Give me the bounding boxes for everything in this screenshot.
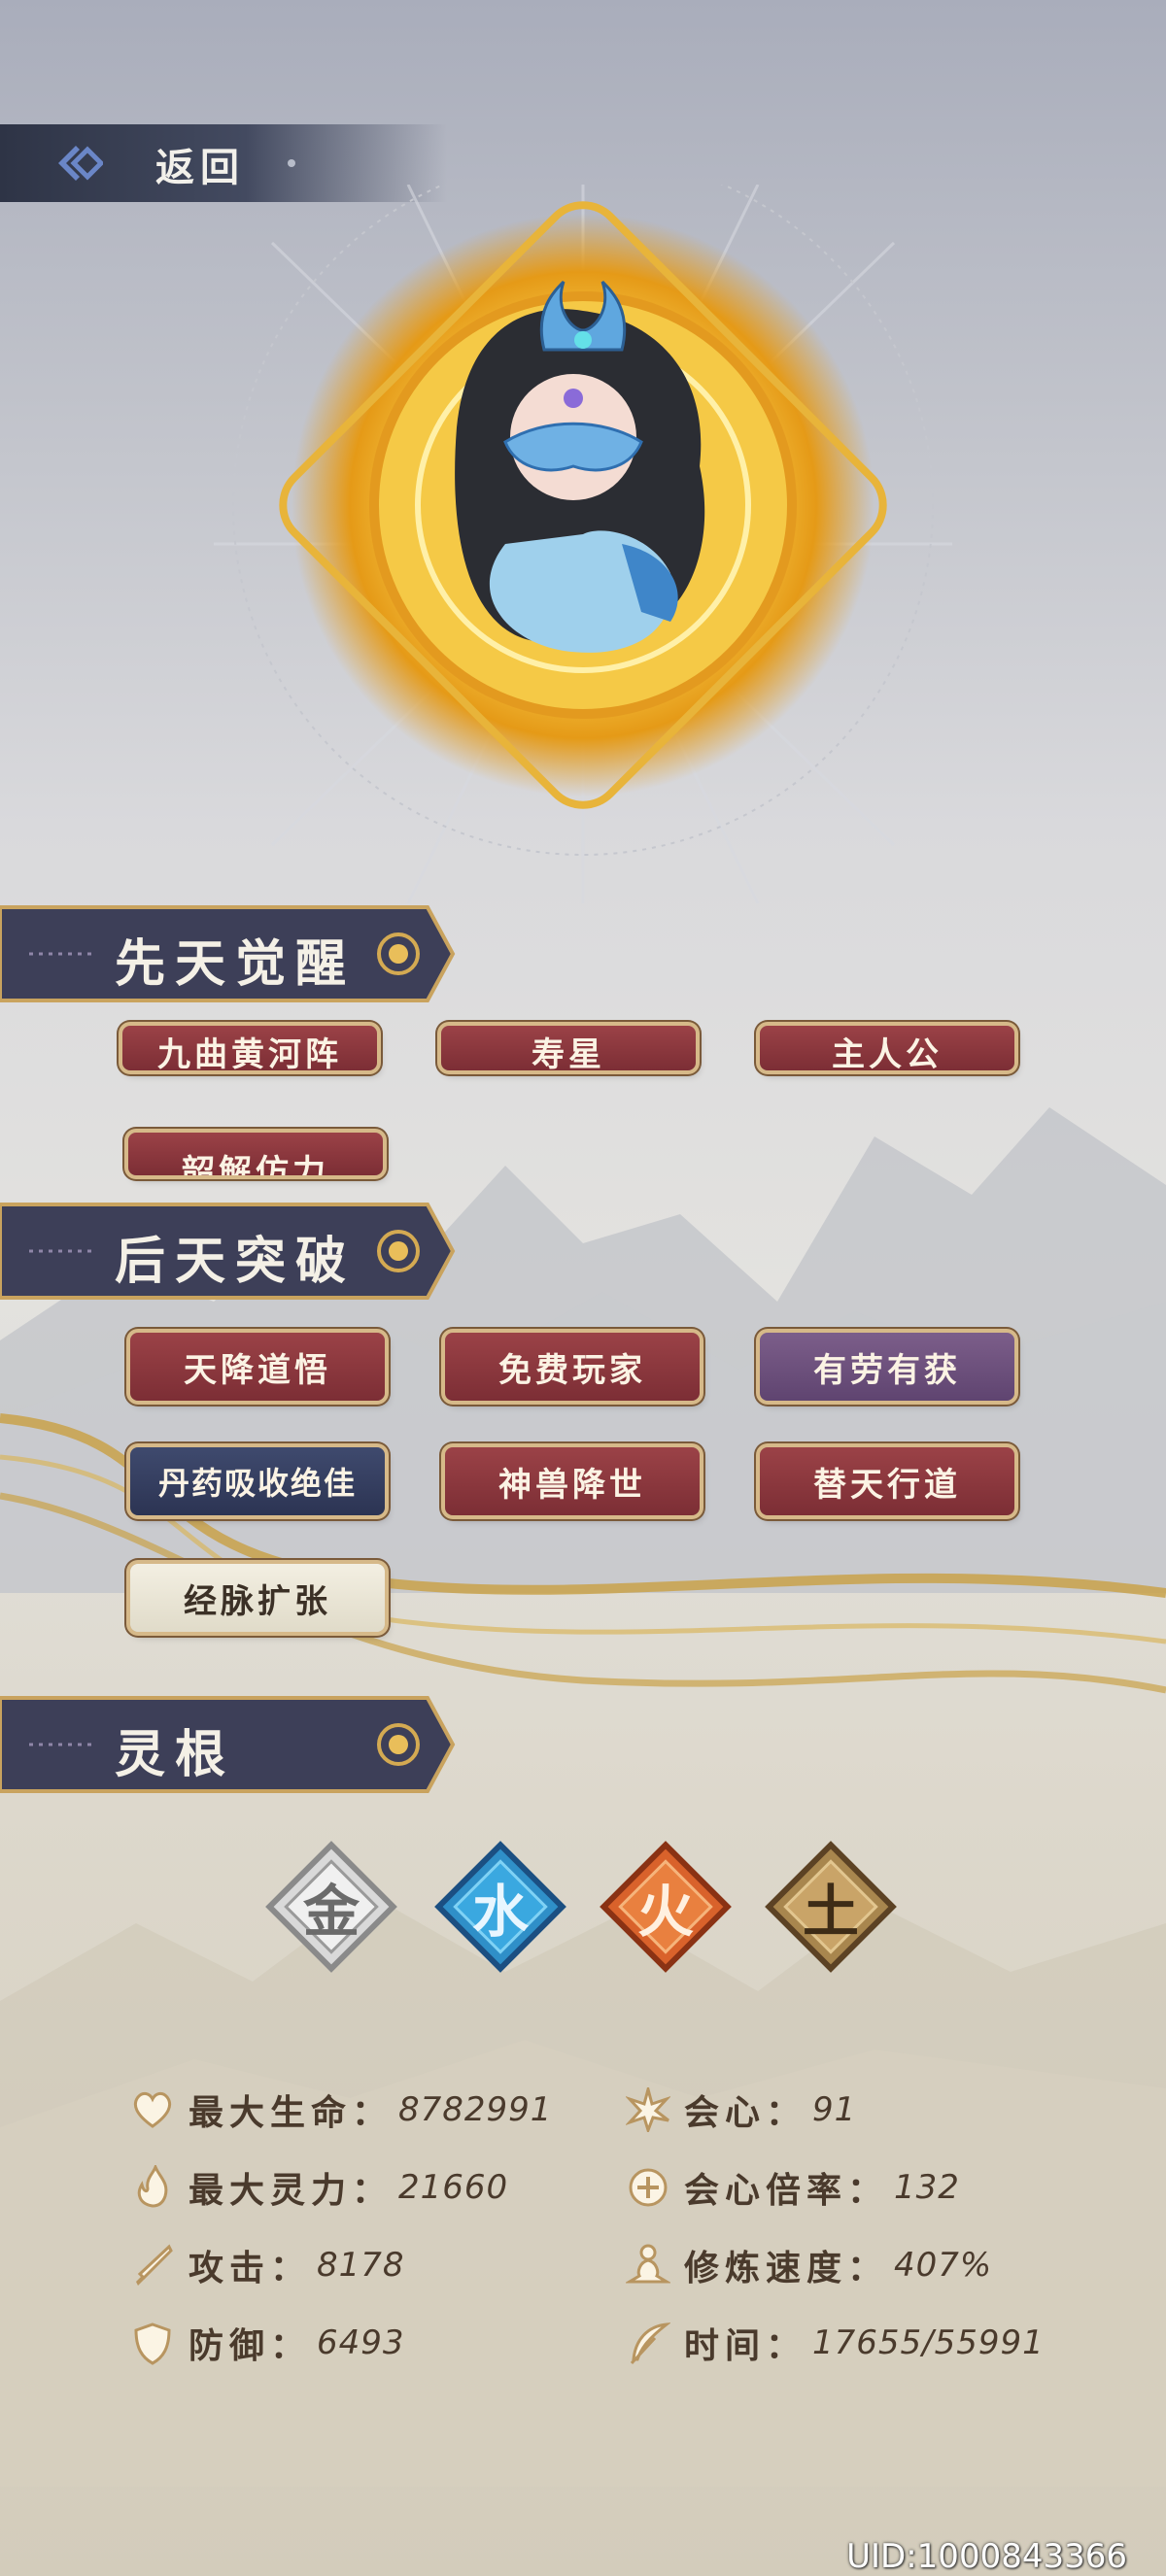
skill-label: 经脉扩张: [184, 1581, 331, 1621]
skill-button-acquired-3[interactable]: 有劳有获: [760, 1333, 1014, 1401]
sword-icon: [136, 2244, 173, 2286]
stat-label: 时间：: [684, 2325, 807, 2366]
skill-label: 主人公: [832, 1035, 943, 1070]
flame-icon: [137, 2165, 168, 2208]
stat-label: 防御：: [189, 2325, 312, 2366]
stat-max-hp: 最大生命： 8782991: [130, 2081, 552, 2139]
meditate-icon: [626, 2244, 670, 2284]
skill-label: 有劳有获: [813, 1350, 961, 1390]
mountain-background-lower: [0, 1894, 1166, 2487]
back-dot: [288, 159, 295, 167]
skill-button-acquired-4[interactable]: 丹药吸收绝佳: [130, 1447, 385, 1515]
burst-icon: [626, 2087, 670, 2132]
stat-crit: 会心： 91: [626, 2081, 856, 2139]
stat-max-mana: 最大灵力： 21660: [130, 2158, 508, 2217]
skill-label: 天降道悟: [184, 1350, 331, 1390]
stat-label: 攻击：: [189, 2248, 312, 2288]
stat-value: 6493: [317, 2323, 405, 2362]
skill-button-innate-2[interactable]: 寿星: [441, 1026, 696, 1070]
stat-attack: 攻击： 8178: [130, 2236, 405, 2294]
stat-label: 修炼速度：: [684, 2248, 889, 2288]
skill-label: 韶解仿力: [182, 1153, 329, 1175]
skill-label: 寿星: [532, 1035, 605, 1070]
skill-label: 九曲黄河阵: [157, 1035, 342, 1070]
feather-icon: [630, 2322, 670, 2365]
element-water-badge: 水: [428, 1834, 573, 1980]
skill-button-innate-3[interactable]: 主人公: [760, 1026, 1014, 1070]
element-fire-char: 火: [636, 1879, 694, 1945]
stat-value: 91: [812, 2090, 857, 2129]
stat-value: 132: [894, 2168, 960, 2207]
element-earth-char: 土: [802, 1879, 859, 1945]
skill-button-acquired-5[interactable]: 神兽降世: [445, 1447, 700, 1515]
skill-label: 免费玩家: [498, 1350, 646, 1390]
character-portrait: [214, 185, 952, 903]
back-arrow-icon[interactable]: [54, 142, 103, 185]
skill-button-innate-4[interactable]: 韶解仿力: [128, 1133, 383, 1175]
stat-label: 会心倍率：: [684, 2170, 889, 2211]
element-earth-badge: 土: [758, 1834, 904, 1980]
section-title-acquired: 后天突破: [115, 1232, 357, 1291]
crit-ring-icon: [629, 2168, 668, 2207]
stat-label: 最大生命：: [189, 2092, 394, 2133]
element-metal-badge: 金: [258, 1834, 404, 1980]
stat-crit-multiplier: 会心倍率： 132: [626, 2158, 960, 2217]
stat-defense: 防御： 6493: [130, 2314, 405, 2372]
stat-value: 8782991: [398, 2090, 553, 2129]
skill-button-acquired-2[interactable]: 免费玩家: [445, 1333, 700, 1401]
stat-time: 时间： 17655/55991: [626, 2314, 1045, 2372]
stat-label: 最大灵力：: [189, 2170, 394, 2211]
skill-button-acquired-6[interactable]: 替天行道: [760, 1447, 1014, 1515]
skill-label: 替天行道: [813, 1465, 961, 1505]
skill-button-acquired-7[interactable]: 经脉扩张: [130, 1564, 385, 1632]
skill-button-innate-1[interactable]: 九曲黄河阵: [122, 1026, 377, 1070]
element-fire-badge: 火: [593, 1834, 738, 1980]
user-id: UID:1000843366: [846, 2537, 1127, 2576]
stat-value: 21660: [398, 2168, 509, 2207]
section-title-innate: 先天觉醒: [115, 934, 357, 994]
heart-icon: [133, 2091, 172, 2128]
shield-icon: [134, 2322, 171, 2365]
skill-button-acquired-1[interactable]: 天降道悟: [130, 1333, 385, 1401]
stat-label: 会心：: [684, 2092, 807, 2133]
element-metal-char: 金: [302, 1879, 360, 1945]
stat-value: 17655/55991: [812, 2323, 1045, 2362]
stat-value: 407%: [894, 2246, 993, 2285]
skill-label: 丹药吸收绝佳: [157, 1465, 357, 1502]
skill-label: 神兽降世: [498, 1465, 646, 1505]
stat-cultivation-speed: 修炼速度： 407%: [626, 2236, 992, 2294]
stat-value: 8178: [317, 2246, 405, 2285]
section-title-spirit-root: 灵根: [115, 1725, 236, 1784]
element-water-char: 水: [471, 1879, 529, 1945]
